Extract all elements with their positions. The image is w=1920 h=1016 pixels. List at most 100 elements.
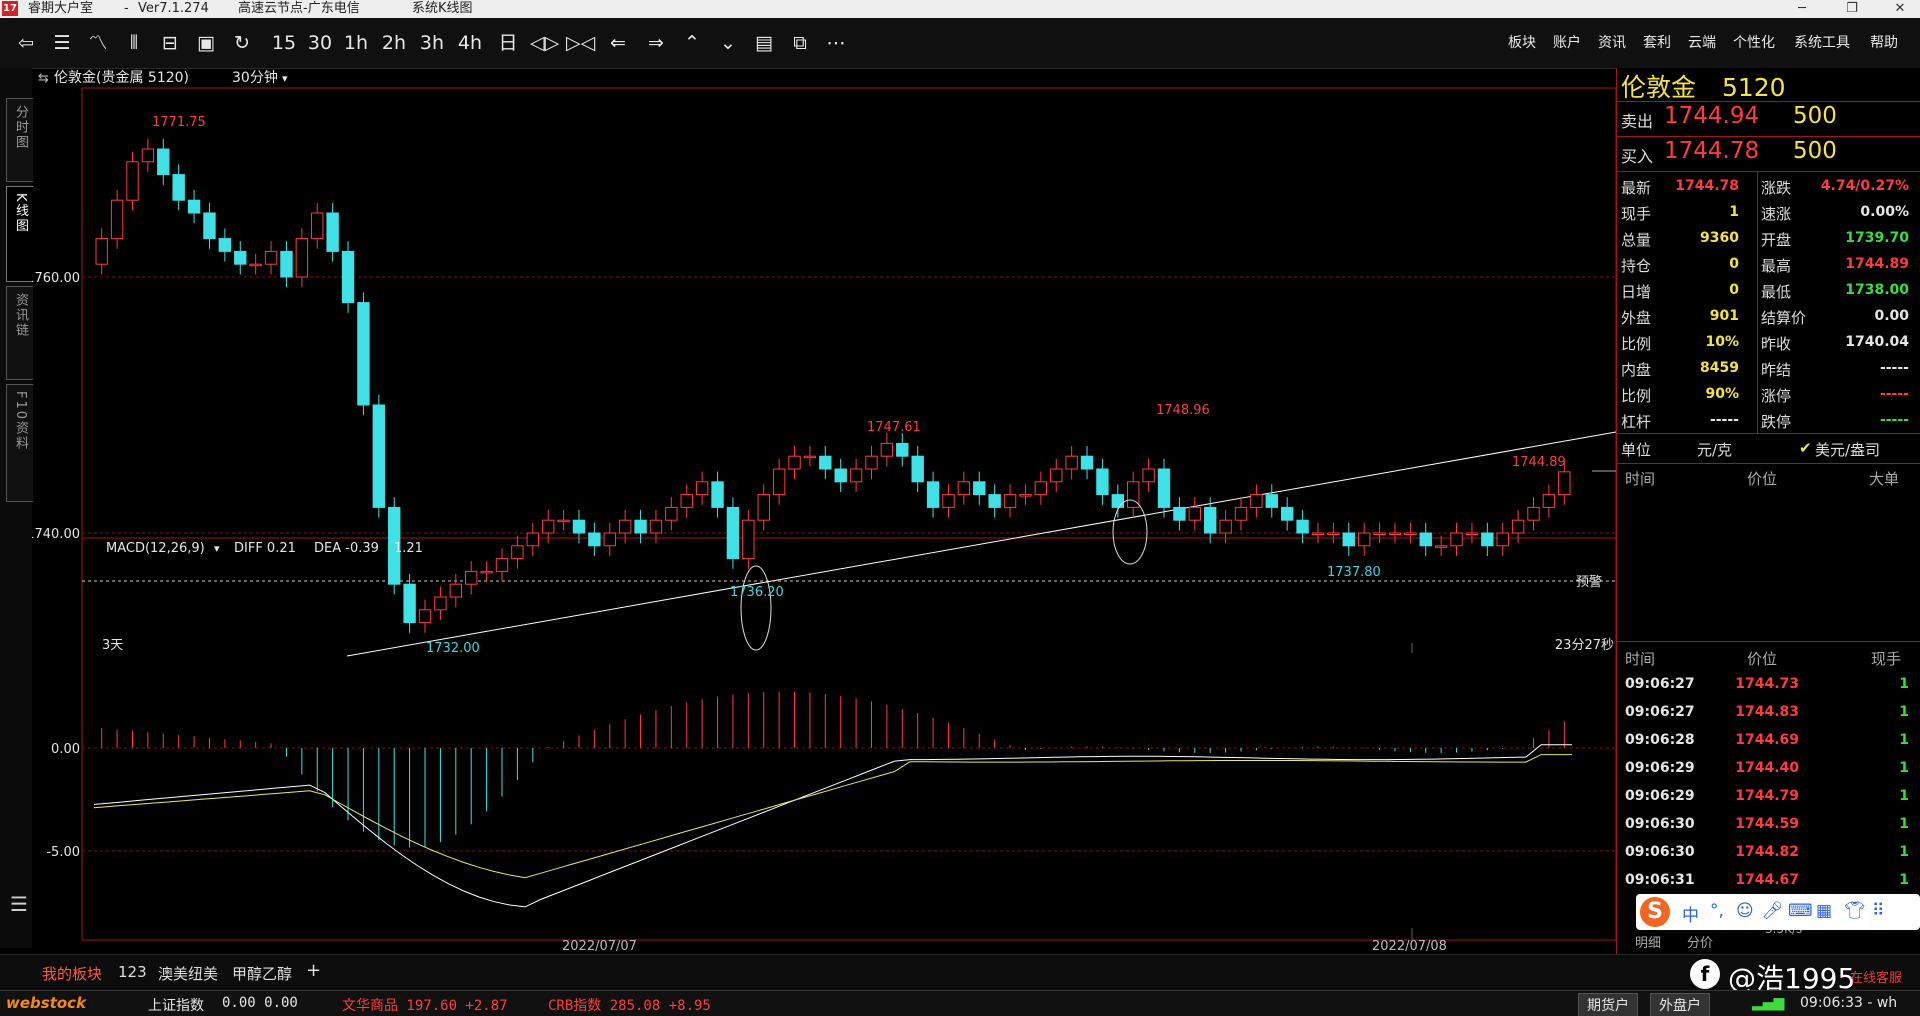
candle[interactable] [541,519,555,534]
candle[interactable] [911,455,924,483]
index3[interactable]: CRB指数 285.08 +8.95 [548,995,711,1015]
sogou-icon[interactable]: S [1640,897,1670,927]
candle[interactable] [1527,506,1540,521]
tab-timeshare[interactable]: 分时图 [6,98,33,182]
foreign-account-button[interactable]: 外盘户 [1650,993,1710,1016]
candle[interactable] [1173,506,1186,521]
candle[interactable] [1219,519,1232,534]
ime-emoji-icon[interactable]: ☺ [1736,901,1754,921]
macd-dropdown-icon[interactable]: ▾ [214,542,220,555]
period-2h[interactable]: 2h [380,30,408,56]
period-1h[interactable]: 1h [342,30,370,56]
candle[interactable] [480,570,493,574]
instrument-arrows-icon[interactable]: ⇆ [38,71,49,86]
candle[interactable] [1080,455,1094,470]
candle[interactable] [788,455,801,470]
candle[interactable] [126,161,139,201]
kline-chart-area[interactable]: ⇆ 伦敦金(贵金属 5120) 30分钟 ▾ 1760.00 1740.00 预… [26,68,1617,954]
candle[interactable] [572,519,586,534]
layout-icon[interactable]: ▤ [750,30,778,56]
online-service[interactable]: 在线客服 [1850,967,1902,986]
candle[interactable] [880,442,894,457]
candle[interactable] [926,481,940,508]
candle[interactable] [341,250,355,304]
period-day[interactable]: 日 [494,30,522,56]
menu-taoli[interactable]: 套利 [1643,32,1671,54]
candle[interactable] [295,238,309,278]
candle[interactable] [865,455,878,470]
candle[interactable] [264,250,278,265]
candle[interactable] [695,481,709,496]
zoom-in-icon[interactable]: ◁▷ [530,30,559,56]
bar-chart-icon[interactable]: ⫴ [120,30,148,56]
minimize-icon[interactable]: ─ [1782,0,1822,18]
candle[interactable] [1388,532,1402,535]
sell-row[interactable]: 卖出 1744.94 500 [1617,102,1917,136]
instrument-label[interactable]: 伦敦金(贵金属 5120) [54,70,189,86]
candle[interactable] [418,609,432,624]
candle[interactable] [1019,494,1032,497]
candle[interactable] [234,250,247,265]
candle[interactable] [110,199,124,240]
candle[interactable] [1280,506,1294,521]
candle[interactable] [1034,481,1048,496]
candle[interactable] [849,468,863,483]
refresh-icon[interactable]: ↻ [228,30,256,56]
unit-alt[interactable]: 美元/盎司 [1815,439,1880,460]
candle[interactable] [1434,545,1448,548]
candle[interactable] [726,506,740,560]
buy-row[interactable]: 买入 1744.78 500 [1617,137,1917,171]
back-icon[interactable]: ⇦ [12,30,40,56]
candle[interactable] [1419,532,1432,547]
candle[interactable] [1558,471,1571,496]
candle[interactable] [1142,468,1155,483]
period-30[interactable]: 30 [306,30,334,56]
candle[interactable] [187,199,201,214]
ime-keyboard-icon[interactable]: ⌨ [1788,901,1813,921]
candle[interactable] [942,494,955,508]
window-icon[interactable]: ⧉ [786,30,814,56]
candle[interactable] [803,455,817,459]
tab-my-blocks[interactable]: 我的板块 [42,963,102,984]
menu-zixun[interactable]: 资讯 [1598,32,1626,54]
candle[interactable] [1003,494,1017,508]
unit-value[interactable]: 元/克 [1697,439,1732,460]
candle[interactable] [1327,532,1340,535]
candle[interactable] [1065,455,1078,470]
candle[interactable] [742,519,755,560]
kline-svg[interactable]: ⇆ 伦敦金(贵金属 5120) 30分钟 ▾ 1760.00 1740.00 预… [26,68,1617,954]
candle[interactable] [326,212,339,252]
candle[interactable] [434,596,447,611]
candle[interactable] [896,442,909,457]
zoom-out-icon[interactable]: ▷◁ [566,30,595,56]
restore-icon[interactable]: ❐ [1832,0,1872,18]
candle[interactable] [280,250,293,278]
tab-123[interactable]: 123 [118,963,147,981]
arrow-down-icon[interactable]: ⌄ [714,30,742,56]
ime-punct-icon[interactable]: °, [1710,901,1724,921]
index1-name[interactable]: 上证指数 [148,995,204,1015]
candle[interactable] [526,532,539,547]
candle[interactable] [95,238,108,265]
candle[interactable] [973,481,986,496]
candle[interactable] [665,506,678,521]
candle[interactable] [511,545,524,560]
tab-methanol[interactable]: 甲醇乙醇 [232,963,292,984]
macd-name[interactable]: MACD(12,26,9) [106,541,205,556]
candle[interactable] [557,519,570,523]
candle[interactable] [588,532,601,547]
candle[interactable] [357,302,370,406]
candle[interactable] [172,174,185,201]
candle[interactable] [1050,468,1063,483]
candle[interactable] [649,519,663,534]
candle[interactable] [1450,532,1463,547]
candle[interactable] [157,148,170,176]
candle[interactable] [711,481,724,508]
tab-news-chain[interactable]: 资讯链 [6,286,33,380]
tab-f10[interactable]: F10资料 [6,384,33,502]
period-dropdown-icon[interactable]: ▾ [282,72,288,85]
candle[interactable] [1157,468,1171,508]
candle[interactable] [1111,494,1125,508]
menu-help[interactable]: 帮助 [1870,32,1898,54]
candle[interactable] [1542,494,1556,508]
